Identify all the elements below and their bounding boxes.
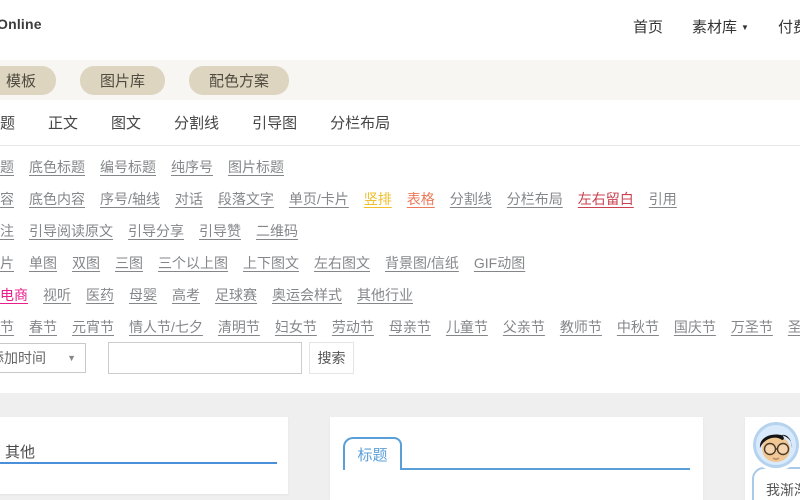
speech-bubble: 我渐渐 [752,467,800,500]
filter-link[interactable]: 左右图文 [314,253,370,273]
filter-link[interactable]: 双图 [72,253,100,273]
toolbar-buttons: 模板图片库配色方案 [0,66,289,95]
filter-link[interactable]: GIF动图 [474,253,525,273]
filter-row-industry: 电商视听医药母婴高考足球赛奥运会样式其他行业 [0,279,800,311]
filter-link[interactable]: 引导分享 [128,221,184,241]
filter-link[interactable]: 元宵节 [72,317,114,337]
filter-link[interactable]: 妇女节 [275,317,317,337]
filter-link[interactable]: 奥运会样式 [272,285,342,305]
title-tab: 标题 [343,437,402,470]
filter-link[interactable]: 段落文字 [218,189,274,209]
filter-link[interactable]: 图片标题 [228,157,284,177]
filter-row-festival: 节春节元宵节情人节/七夕清明节妇女节劳动节母亲节儿童节父亲节教师节中秋节国庆节万… [0,311,800,343]
filter-link[interactable]: 编号标题 [100,157,156,177]
filter-link[interactable]: 引用 [649,189,677,209]
filter-link[interactable]: 单页/卡片 [289,189,349,209]
filter-row-image: 片单图双图三图三个以上图上下图文左右图文背景图/信纸 GIF动图 [0,247,800,279]
filter-link[interactable]: 儿童节 [446,317,488,337]
filter-link[interactable]: 节 [0,317,14,337]
filter-link[interactable]: 三图 [115,253,143,273]
filter-link[interactable]: 三个以上图 [158,253,228,273]
filter-link[interactable]: 左右留白 [578,189,634,209]
filter-link[interactable]: 容 [0,189,14,209]
tab-underline [402,468,690,470]
search-bar: 添加时间 ▼ 搜索 [0,343,800,374]
template-card-other[interactable]: 其他 [0,417,288,494]
toolbar-button-1[interactable]: 模板 [0,66,56,95]
title-tab-label: 标题 [357,444,387,465]
filter-link[interactable]: 分栏布局 [507,189,563,209]
filter-link[interactable]: 注 [0,221,14,241]
filter-link[interactable]: 圣诞节 [788,317,800,337]
filter-link[interactable]: 上下图文 [243,253,299,273]
header: Online 首页 素材库▼ 付费 [0,0,800,60]
template-card-title: 其他 [5,441,35,462]
nav-item-1[interactable]: 首页 [633,16,663,37]
filter-row-title: 题底色标题编号标题纯序号图片标题 [0,151,800,183]
filter-link[interactable]: 母亲节 [389,317,431,337]
filter-row-guide: 注引导阅读原文引导分享引导赞二维码 [0,215,800,247]
filter-link[interactable]: 电商 [0,285,28,305]
filter-link[interactable]: 竖排 [364,189,392,209]
time-filter-select[interactable]: 添加时间 ▼ [0,343,86,373]
filter-link[interactable]: 高考 [172,285,200,305]
filter-link[interactable]: 题 [0,157,14,177]
avatar-face-icon [753,422,799,468]
tab-2[interactable]: 正文 [48,112,78,133]
filter-link[interactable]: 万圣节 [731,317,773,337]
filter-link[interactable]: 劳动节 [332,317,374,337]
search-button[interactable]: 搜索 [309,342,354,374]
chevron-down-icon: ▼ [67,353,76,363]
tab-1[interactable]: 题 [0,112,15,133]
chevron-down-icon: ▼ [741,23,749,32]
filter-link[interactable]: 医药 [86,285,114,305]
category-tabs: 题 正文 图文 分割线 引导图 分栏布局 [0,100,800,146]
toolbar-button-2[interactable]: 图片库 [80,66,165,95]
filter-link[interactable]: 引导阅读原文 [29,221,113,241]
filter-link[interactable]: 情人节/七夕 [129,317,203,337]
template-card-title-tab[interactable]: 标题 [330,417,703,500]
filter-link[interactable]: 引导赞 [199,221,241,241]
tab-4[interactable]: 分割线 [174,112,219,133]
tab-5[interactable]: 引导图 [252,112,297,133]
nav-item-3[interactable]: 付费 [778,16,800,37]
filter-link[interactable]: 对话 [175,189,203,209]
tab-6[interactable]: 分栏布局 [330,112,390,133]
filter-link[interactable]: 春节 [29,317,57,337]
title-underline [0,462,277,464]
filter-link[interactable]: 父亲节 [503,317,545,337]
tab-3[interactable]: 图文 [111,112,141,133]
toolbar-button-3[interactable]: 配色方案 [189,66,289,95]
filter-link[interactable]: 二维码 [256,221,298,241]
filter-link[interactable]: 视听 [43,285,71,305]
results-area: 其他 标题 我渐渐 [0,393,800,500]
filter-link[interactable]: 表格 [407,189,435,209]
filter-link[interactable]: 中秋节 [617,317,659,337]
top-nav: 首页 素材库▼ 付费 [633,16,800,37]
time-filter-label: 添加时间 [0,348,46,368]
avatar [753,422,799,468]
filter-link[interactable]: 序号/轴线 [100,189,160,209]
filter-row-content: 容底色内容序号/轴线对话段落文字单页/卡片竖排表格分割线分栏布局左右留白引用 [0,183,800,215]
toolbar: 模板图片库配色方案 [0,60,800,100]
filter-link[interactable]: 底色内容 [29,189,85,209]
filter-link[interactable]: 背景图/信纸 [385,253,459,273]
filter-link[interactable]: 国庆节 [674,317,716,337]
filter-link[interactable]: 清明节 [218,317,260,337]
filter-link[interactable]: 教师节 [560,317,602,337]
filter-link[interactable]: 单图 [29,253,57,273]
filter-panel: 题底色标题编号标题纯序号图片标题容底色内容序号/轴线对话段落文字单页/卡片竖排表… [0,151,800,343]
nav-item-2[interactable]: 素材库▼ [692,16,749,37]
filter-link[interactable]: 片 [0,253,14,273]
filter-link[interactable]: 纯序号 [171,157,213,177]
site-logo: Online [0,16,42,32]
bubble-text: 我渐渐 [766,482,800,498]
filter-link[interactable]: 母婴 [129,285,157,305]
filter-link[interactable]: 分割线 [450,189,492,209]
filter-link[interactable]: 足球赛 [215,285,257,305]
filter-link[interactable]: 底色标题 [29,157,85,177]
filter-link[interactable]: 其他行业 [357,285,413,305]
template-card-avatar[interactable]: 我渐渐 [745,417,800,500]
search-input[interactable] [108,342,302,374]
